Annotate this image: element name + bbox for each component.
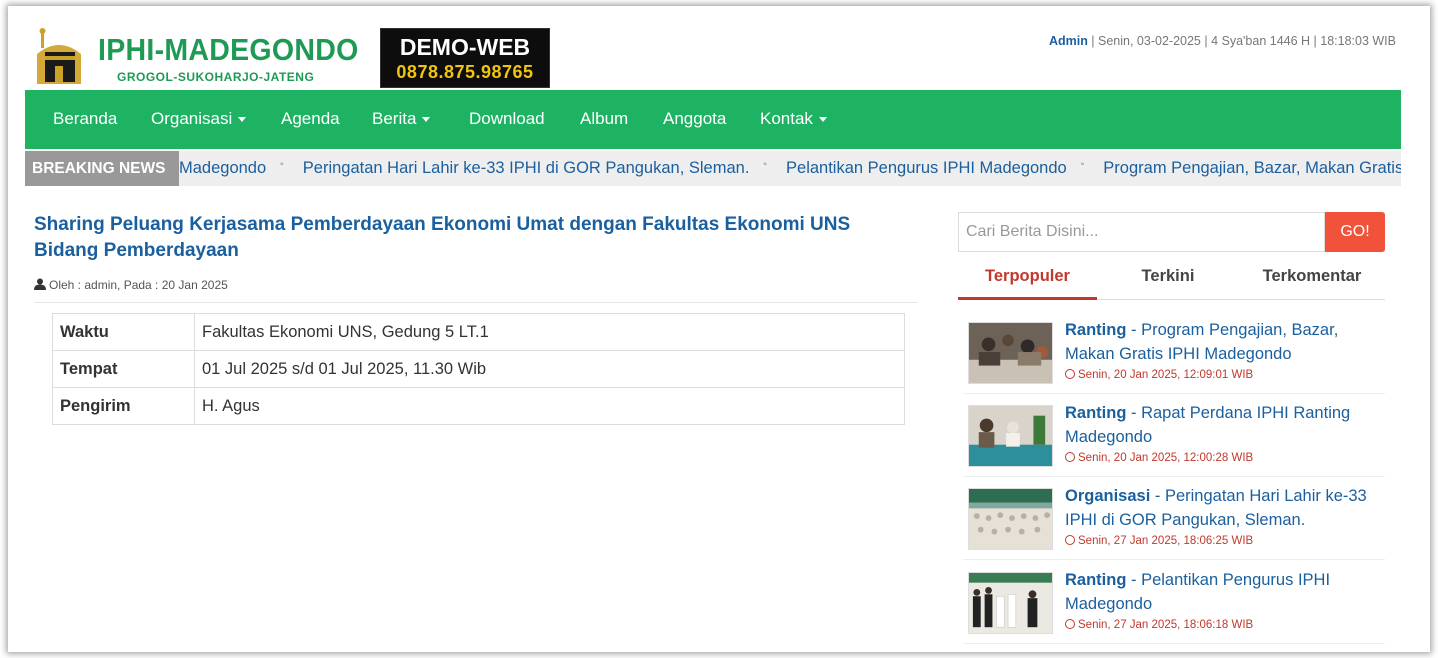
divider <box>34 302 918 303</box>
site-logo-subtitle: GROGOL-SUKOHARJO-JATENG <box>117 70 315 84</box>
ticker-item[interactable]: Madegondo <box>179 159 266 177</box>
breaking-news-label: BREAKING NEWS <box>25 151 179 186</box>
news-title[interactable]: Ranting - Pelantikan Pengurus IPHI Madeg… <box>1065 568 1380 616</box>
table-row: Pengirim H. Agus <box>52 387 905 425</box>
tab-terkini[interactable]: Terkini <box>1097 256 1239 300</box>
news-thumbnail[interactable] <box>968 322 1053 384</box>
ticker-separator: ˚ <box>1080 161 1085 175</box>
ticker-separator: ˚ <box>280 161 285 175</box>
news-category[interactable]: Organisasi <box>1065 487 1150 505</box>
table-key: Waktu <box>52 313 195 351</box>
tab-terkomentar[interactable]: Terkomentar <box>1239 256 1385 300</box>
news-title[interactable]: Organisasi - Peringatan Hari Lahir ke-33… <box>1065 484 1380 532</box>
news-date: Senin, 20 Jan 2025, 12:00:28 WIB <box>1065 452 1253 464</box>
article-title: Sharing Peluang Kerjasama Pemberdayaan E… <box>34 214 851 261</box>
news-thumbnail[interactable] <box>968 405 1053 467</box>
nav-item-beranda[interactable]: Beranda <box>53 90 117 149</box>
news-date-text: Senin, 27 Jan 2025, 18:06:18 WIB <box>1078 619 1254 631</box>
main-navbar: Beranda Organisasi Agenda Berita Downloa… <box>25 90 1401 149</box>
nav-label: Kontak <box>760 109 813 128</box>
search-input[interactable]: Cari Berita Disini... <box>958 212 1325 252</box>
news-date-text: Senin, 20 Jan 2025, 12:00:28 WIB <box>1078 452 1254 464</box>
table-key: Tempat <box>52 350 195 388</box>
nav-label: Anggota <box>663 109 727 128</box>
nav-label: Beranda <box>53 109 118 128</box>
table-row: Tempat 01 Jul 2025 s/d 01 Jul 2025, 11.3… <box>52 350 905 388</box>
list-item[interactable]: Ranting - Program Pengajian, Bazar, Maka… <box>963 314 1385 394</box>
news-date-text: Senin, 20 Jan 2025, 12:09:01 WIB <box>1078 369 1254 381</box>
news-thumbnail[interactable] <box>968 572 1053 634</box>
news-ticker: Madegondo ˚ Peringatan Hari Lahir ke-33 I… <box>179 151 1401 186</box>
clock-icon <box>1065 619 1075 629</box>
nav-item-anggota[interactable]: Anggota <box>663 90 726 149</box>
nav-item-download[interactable]: Download <box>469 90 545 149</box>
news-title[interactable]: Ranting - Rapat Perdana IPHI Ranting Mad… <box>1065 401 1380 449</box>
demo-banner-phone: 0878.875.98765 <box>396 62 534 82</box>
ticker-item[interactable]: Peringatan Hari Lahir ke-33 IPHI di GOR … <box>303 159 750 177</box>
nav-label: Download <box>469 109 545 128</box>
news-date-text: Senin, 27 Jan 2025, 18:06:25 WIB <box>1078 535 1254 547</box>
table-key: Pengirim <box>52 387 195 425</box>
site-header: IPHI-MADEGONDO GROGOL-SUKOHARJO-JATENG D… <box>25 22 1401 90</box>
caret-down-icon <box>422 117 431 123</box>
clock-icon <box>1065 535 1075 545</box>
breaking-news-bar: BREAKING NEWS Madegondo ˚ Peringatan Hari… <box>25 151 1401 186</box>
news-date: Senin, 27 Jan 2025, 18:06:18 WIB <box>1065 619 1253 631</box>
clock-icon <box>1065 452 1075 462</box>
nav-label: Berita <box>372 109 417 128</box>
news-thumbnail[interactable] <box>968 488 1053 550</box>
admin-link[interactable]: Admin <box>1049 34 1088 48</box>
news-title[interactable]: Ranting - Program Pengajian, Bazar, Maka… <box>1065 318 1380 366</box>
date-info: | Senin, 03-02-2025 | 4 Sya'ban 1446 H |… <box>1087 34 1396 48</box>
demo-banner-title: DEMO-WEB <box>399 34 531 60</box>
news-category[interactable]: Ranting <box>1065 404 1126 422</box>
nav-item-agenda[interactable]: Agenda <box>281 90 340 149</box>
ticker-separator: ˚ <box>763 161 768 175</box>
table-value: 01 Jul 2025 s/d 01 Jul 2025, 11.30 Wib <box>194 350 905 388</box>
nav-item-organisasi[interactable]: Organisasi <box>151 90 247 149</box>
list-item[interactable]: Organisasi - Peringatan Hari Lahir ke-33… <box>963 480 1385 560</box>
article-meta: Oleh : admin, Pada : 20 Jan 2025 <box>34 278 228 292</box>
site-logo-title[interactable]: IPHI-MADEGONDO <box>98 32 359 68</box>
nav-label: Agenda <box>281 109 340 128</box>
news-category[interactable]: Ranting <box>1065 321 1126 339</box>
table-value: Fakultas Ekonomi UNS, Gedung 5 LT.1 <box>194 313 905 351</box>
ticker-item[interactable]: Pelantikan Pengurus IPHI Madegondo <box>786 159 1067 177</box>
search-button[interactable]: GO! <box>1325 212 1385 252</box>
nav-item-album[interactable]: Album <box>580 90 628 149</box>
nav-label: Organisasi <box>151 109 233 128</box>
list-item[interactable]: Ranting - Rapat Perdana IPHI Ranting Mad… <box>963 397 1385 477</box>
caret-down-icon <box>238 117 247 123</box>
caret-down-icon <box>818 117 827 123</box>
table-row: Waktu Fakultas Ekonomi UNS, Gedung 5 LT.… <box>52 313 905 351</box>
news-date: Senin, 20 Jan 2025, 12:09:01 WIB <box>1065 369 1253 381</box>
demo-banner: DEMO-WEB 0878.875.98765 <box>380 28 550 88</box>
list-item[interactable]: Ranting - Pelantikan Pengurus IPHI Madeg… <box>963 564 1385 644</box>
nav-item-kontak[interactable]: Kontak <box>760 90 827 149</box>
tab-terpopuler[interactable]: Terpopuler <box>958 256 1097 300</box>
table-value: H. Agus <box>194 387 905 425</box>
nav-item-berita[interactable]: Berita <box>372 90 431 149</box>
ticker-item[interactable]: Program Pengajian, Bazar, Makan Gratis I… <box>1103 159 1401 177</box>
agenda-info-table: Waktu Fakultas Ekonomi UNS, Gedung 5 LT.… <box>52 313 905 425</box>
news-category[interactable]: Ranting <box>1065 571 1126 589</box>
news-date: Senin, 27 Jan 2025, 18:06:25 WIB <box>1065 535 1253 547</box>
kaaba-logo-icon <box>37 28 81 84</box>
nav-label: Album <box>580 109 629 128</box>
user-icon <box>34 278 46 290</box>
article-meta-text: Oleh : admin, Pada : 20 Jan 2025 <box>49 278 228 292</box>
top-info-bar: Admin | Senin, 03-02-2025 | 4 Sya'ban 14… <box>1049 34 1396 48</box>
sidebar-tabs: Terpopuler Terkini Terkomentar <box>958 256 1385 300</box>
clock-icon <box>1065 369 1075 379</box>
